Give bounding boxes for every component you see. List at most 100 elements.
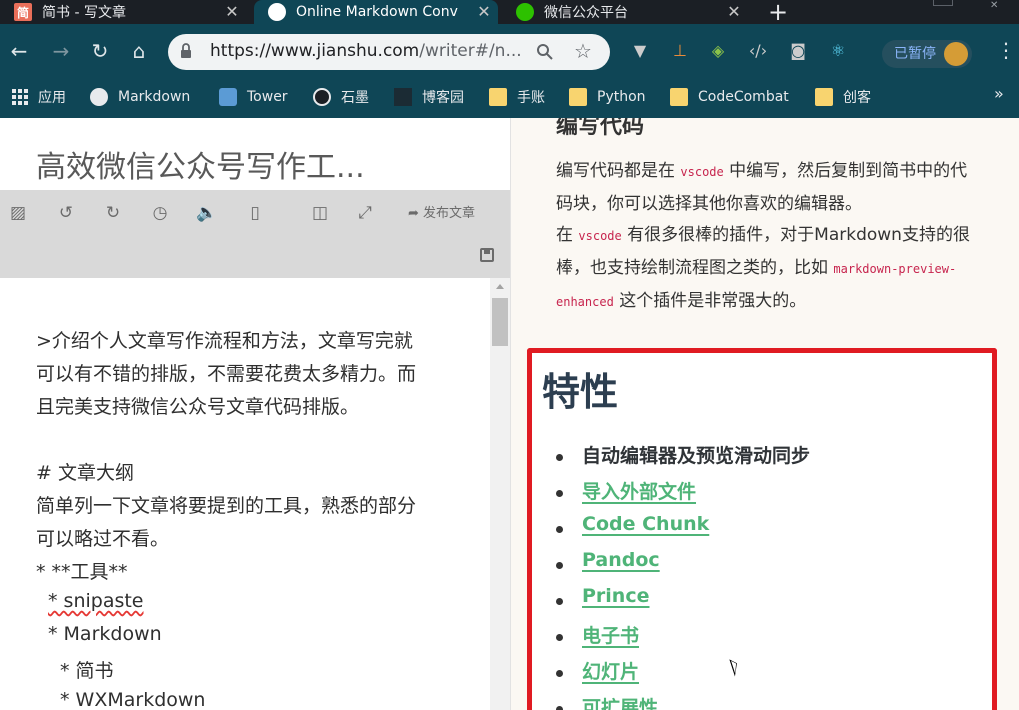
forward-icon[interactable]: → (48, 38, 74, 64)
paragraph-text: 编写代码都是在 (556, 161, 681, 181)
react-extension-icon[interactable]: ⚛ (828, 41, 848, 61)
bookmark-label: 应用 (38, 90, 66, 106)
wechat-icon (516, 3, 534, 21)
markdown-editor[interactable]: >介绍个人文章写作流程和方法，文章写完就 可以有不错的排版，不需要花费太多精力。… (0, 278, 490, 710)
reload-icon[interactable]: ↻ (87, 38, 113, 64)
scrollbar-thumb[interactable] (492, 298, 508, 346)
tab-title: 微信公众平台 (544, 5, 628, 21)
preview-paragraph: 编写代码都是在 vscode 中编写，然后复制到简书中的代码块，你可以选择其他你… (556, 155, 976, 220)
inline-code: vscode (680, 165, 724, 179)
bullet-dot (556, 670, 563, 677)
star-icon[interactable]: ☆ (574, 39, 592, 63)
bookmark-cnblogs[interactable]: 博客园 (394, 86, 464, 108)
browser-toolbar: ← → ↻ ⌂ https://www.jianshu.com/writer#/… (0, 24, 1019, 78)
url-path: /writer#/n... (419, 41, 522, 61)
close-tab-icon[interactable]: ✕ (726, 2, 742, 21)
bullet-dot (556, 454, 563, 461)
feature-link[interactable]: 可扩展性 (582, 693, 658, 710)
bookmark-label: CodeCombat (698, 89, 789, 105)
bookmark-label: Python (597, 89, 646, 105)
url-text: https://www.jianshu.com/writer#/n... (210, 41, 530, 61)
profile-paused-button[interactable]: 已暂停 (882, 40, 972, 68)
preview-paragraph: 在 vscode 有很多很棒的插件，对于Markdown支持的很棒，也支持绘制流… (556, 219, 976, 318)
feature-item: 自动编辑器及预览滑动同步 (582, 445, 811, 467)
editor-line: 简单列一下文章将要提到的工具，熟悉的部分 (36, 495, 417, 517)
document-title-input[interactable]: 高效微信公众号写作工... (36, 142, 365, 186)
bookmark-apps[interactable]: 应用 (12, 86, 66, 108)
bookmark-tower[interactable]: Tower (219, 86, 288, 108)
tab-strip: 简 简书 - 写文章 ✕ Online Markdown Conv ✕ 微信公众… (0, 0, 1019, 26)
feature-link[interactable]: Pandoc (582, 549, 660, 571)
save-icon[interactable] (480, 248, 494, 262)
paused-label: 已暂停 (894, 46, 936, 62)
tab-markdown-converter[interactable]: Online Markdown Conv ✕ (254, 0, 498, 24)
redo-icon[interactable]: ↻ (102, 202, 124, 224)
features-heading: 特性 (542, 370, 619, 414)
home-icon[interactable]: ⌂ (126, 38, 152, 64)
vim-extension-icon[interactable]: ▼ (630, 41, 650, 61)
new-tab-button[interactable]: + (765, 0, 791, 26)
devtools-extension-icon[interactable]: ‹/› (748, 41, 768, 61)
bookmark-label: 博客园 (422, 90, 464, 106)
apps-icon (12, 89, 28, 105)
back-icon[interactable]: ← (6, 38, 32, 64)
close-tab-icon[interactable]: ✕ (476, 2, 492, 21)
avatar (944, 42, 968, 66)
markdown-icon (268, 3, 286, 21)
bookmark-shimo[interactable]: 石墨 (313, 86, 369, 108)
jianshu-icon: 简 (14, 3, 32, 21)
editor-line: # 文章大纲 (36, 462, 134, 484)
insert-image-icon[interactable]: ▨ (7, 202, 29, 224)
folder-icon (569, 88, 587, 106)
history-icon[interactable]: ◷ (149, 202, 171, 224)
feature-link[interactable]: 导入外部文件 (582, 477, 696, 504)
feature-link[interactable]: Code Chunk (582, 513, 709, 535)
paragraph-text: 在 (556, 225, 579, 245)
audio-icon[interactable]: 🔈 (196, 202, 218, 224)
feature-link[interactable]: Prince (582, 585, 649, 607)
feature-link[interactable]: 幻灯片 (582, 657, 639, 684)
scroll-up-icon[interactable] (496, 284, 504, 289)
bookmark-folder-chuangke[interactable]: 创客 (815, 86, 871, 108)
folder-icon (815, 88, 833, 106)
feature-link[interactable]: 电子书 (582, 621, 639, 648)
lock-icon (181, 43, 191, 58)
undo-icon[interactable]: ↺ (55, 202, 77, 224)
publish-button[interactable]: ➦ 发布文章 (408, 202, 475, 221)
close-tab-icon[interactable]: ✕ (224, 2, 240, 21)
tab-wechat[interactable]: 微信公众平台 ✕ (516, 0, 748, 24)
snipaste-extension-icon[interactable]: ◈ (708, 41, 728, 61)
markdown-icon (90, 88, 108, 106)
bullet-dot (556, 562, 563, 569)
editor-line: 可以有不错的排版，不需要花费太多精力。而 (36, 363, 417, 385)
bookmarks-overflow-icon[interactable]: » (994, 84, 1004, 103)
shimo-icon (313, 88, 331, 106)
section-heading: 编写代码 (556, 118, 645, 139)
file-icon[interactable]: ▯ (244, 202, 266, 224)
editor-line: 可以略过不看。 (36, 528, 170, 550)
editor-toolbar: ▨ ↺ ↻ ◷ 🔈 ▯ ◫ ⤢ ➦ 发布文章 (0, 190, 510, 278)
split-view-icon[interactable]: ◫ (309, 202, 331, 224)
bookmark-folder-python[interactable]: Python (569, 86, 646, 108)
translate-extension-icon[interactable]: ⊥ (670, 41, 690, 61)
tab-title: Online Markdown Conv (296, 4, 458, 20)
address-bar[interactable]: https://www.jianshu.com/writer#/n... ☆ (168, 34, 610, 70)
menu-icon[interactable]: ⋮ (996, 38, 1016, 62)
editor-scrollbar[interactable] (490, 278, 510, 710)
editor-line: * WXMarkdown (60, 689, 206, 710)
search-icon[interactable] (536, 43, 554, 61)
bookmark-markdown[interactable]: Markdown (90, 86, 190, 108)
bookmark-label: 石墨 (341, 90, 369, 106)
reader-extension-icon[interactable]: ◙ (788, 41, 808, 61)
bookmark-folder-codecombat[interactable]: CodeCombat (670, 86, 789, 108)
bullet-dot (556, 598, 563, 605)
bookmark-label: Tower (247, 89, 288, 105)
tab-jianshu[interactable]: 简 简书 - 写文章 ✕ (14, 0, 246, 24)
fullscreen-icon[interactable]: ⤢ (354, 202, 376, 224)
url-host: https://www.jianshu.com (210, 41, 420, 61)
minimize-icon[interactable] (933, 0, 953, 6)
editor-line: * 简书 (60, 660, 114, 682)
window-close-icon[interactable]: ✕ (990, 0, 998, 11)
bookmark-folder-shouzhang[interactable]: 手账 (489, 86, 545, 108)
share-icon: ➦ (408, 206, 424, 221)
